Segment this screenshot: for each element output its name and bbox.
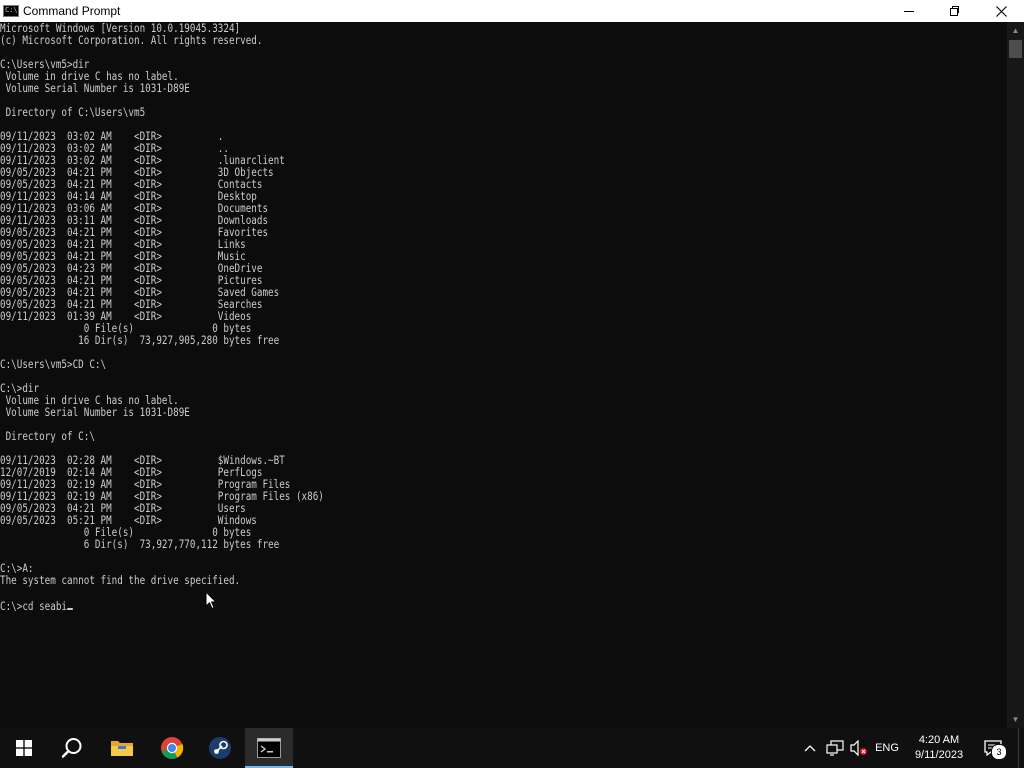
steam-button[interactable]	[196, 728, 244, 768]
scroll-down-arrow-icon[interactable]: ▼	[1007, 711, 1024, 728]
close-icon	[995, 5, 1007, 17]
taskbar: ENG 4:20 AM 9/11/2023	[0, 728, 1024, 768]
cmd-icon	[257, 738, 281, 758]
vertical-scrollbar[interactable]: ▲ ▼	[1007, 22, 1024, 728]
windows-logo-icon	[16, 740, 32, 756]
window-title: Command Prompt	[23, 4, 121, 18]
console-line: Directory of C:\	[0, 429, 95, 443]
network-button[interactable]	[824, 728, 846, 768]
minimize-button[interactable]	[886, 0, 932, 22]
console-line: C:\Users\vm5>CD C:\	[0, 357, 107, 371]
language-indicator[interactable]: ENG	[873, 728, 901, 768]
notification-count-badge: 3	[991, 744, 1007, 760]
start-button[interactable]	[0, 728, 48, 768]
chrome-button[interactable]	[148, 728, 196, 768]
file-explorer-button[interactable]	[98, 728, 146, 768]
restore-icon	[950, 6, 960, 16]
console-line: 16 Dir(s) 73,927,905,280 bytes free	[0, 333, 280, 347]
volume-button[interactable]	[849, 728, 869, 768]
text-caret	[67, 598, 73, 610]
cmd-icon: C:\	[3, 5, 19, 17]
clock-date: 9/11/2023	[914, 749, 964, 761]
command-prompt-taskbar-button[interactable]	[245, 728, 293, 768]
scroll-thumb[interactable]	[1009, 40, 1022, 58]
chrome-icon	[161, 737, 184, 759]
steam-icon	[209, 737, 231, 759]
folder-icon	[111, 741, 133, 756]
console-line: Volume Serial Number is 1031-D89E	[0, 405, 190, 419]
console-input-line[interactable]: C:\>cd seabi	[0, 599, 67, 613]
console-output[interactable]: Microsoft Windows [Version 10.0.19045.33…	[0, 22, 1007, 728]
close-button[interactable]	[978, 0, 1024, 22]
restore-button[interactable]	[932, 0, 978, 22]
clock-time: 4:20 AM	[918, 734, 960, 746]
show-desktop-button[interactable]	[1018, 728, 1024, 768]
console-line: The system cannot find the drive specifi…	[0, 573, 241, 587]
console-history: Microsoft Windows [Version 10.0.19045.33…	[0, 22, 324, 587]
network-icon	[826, 740, 844, 756]
console-line: Volume Serial Number is 1031-D89E	[0, 81, 190, 95]
console-text: Microsoft Windows [Version 10.0.19045.33…	[0, 22, 324, 612]
scroll-up-arrow-icon[interactable]: ▲	[1007, 22, 1024, 39]
search-icon	[61, 738, 82, 758]
search-button[interactable]	[48, 728, 96, 768]
console-line: 6 Dir(s) 73,927,770,112 bytes free	[0, 537, 280, 551]
title-bar[interactable]: C:\ Command Prompt	[0, 0, 1024, 22]
volume-muted-icon	[850, 740, 867, 756]
chevron-up-icon	[804, 745, 816, 752]
show-hidden-icons-button[interactable]	[800, 728, 820, 768]
clock[interactable]: 4:20 AM 9/11/2023	[905, 728, 973, 768]
mouse-pointer-icon	[205, 591, 217, 610]
minimize-icon	[904, 10, 914, 12]
console-line: (c) Microsoft Corporation. All rights re…	[0, 33, 263, 47]
console-line: Directory of C:\Users\vm5	[0, 105, 146, 119]
